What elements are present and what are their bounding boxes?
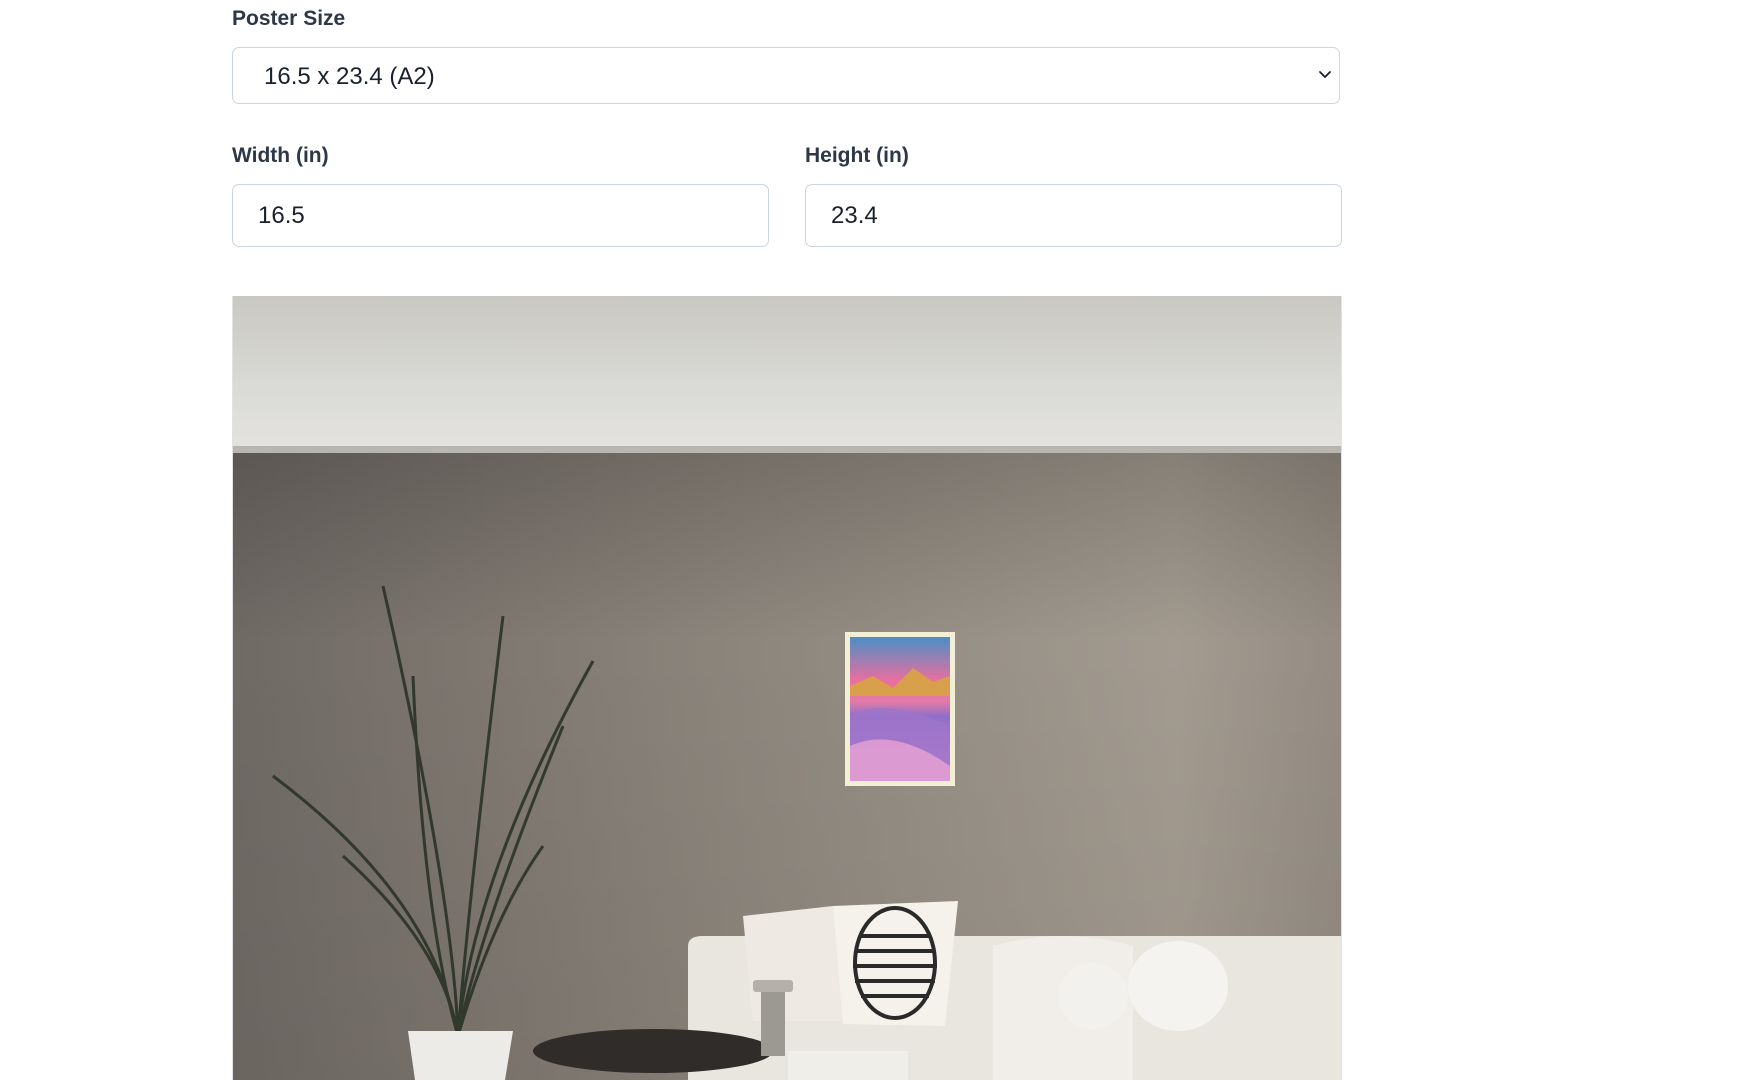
height-input[interactable] (805, 184, 1342, 247)
poster-size-select[interactable]: 16.5 x 23.4 (A2) (232, 47, 1340, 104)
poster-size-label: Poster Size (232, 7, 346, 30)
poster-size-selected-value: 16.5 x 23.4 (A2) (264, 63, 435, 90)
width-label: Width (in) (232, 144, 329, 167)
height-label: Height (in) (805, 144, 909, 167)
poster-artwork (845, 632, 955, 786)
chevron-down-icon (1319, 71, 1331, 78)
width-input[interactable] (232, 184, 769, 247)
room-scene-image (233, 296, 1341, 1080)
room-preview (232, 296, 1342, 1080)
